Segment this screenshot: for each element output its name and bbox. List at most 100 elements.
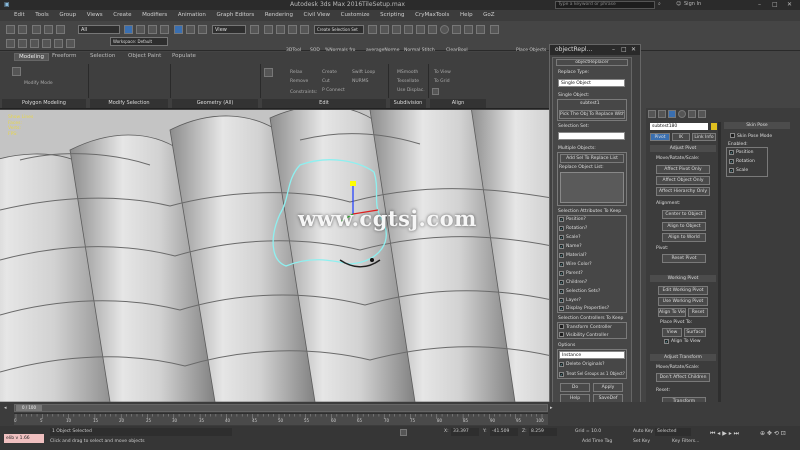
repeat-icon[interactable] xyxy=(264,68,273,77)
create-button[interactable]: Create xyxy=(322,70,337,75)
menu-help[interactable]: Help xyxy=(460,10,473,21)
affect-object-only-button[interactable]: Affect Object Only xyxy=(656,176,710,185)
shirt-icon[interactable] xyxy=(6,39,15,48)
hierarchy-icon[interactable] xyxy=(42,39,51,48)
user-icon[interactable]: ☺ xyxy=(676,1,681,7)
nurms-button[interactable]: NURMS xyxy=(352,79,369,84)
replace-type-dropdown[interactable]: Single Object xyxy=(558,79,625,87)
menu-scripting[interactable]: Scripting xyxy=(380,10,404,21)
remove-button[interactable]: Remove xyxy=(290,79,308,84)
motion-tab-icon[interactable] xyxy=(678,110,686,118)
display-tab-icon[interactable] xyxy=(688,110,696,118)
y-coordinate-field[interactable]: -41.509 xyxy=(490,428,518,436)
panel-rollout-title[interactable]: objectReplacer xyxy=(556,59,628,66)
skin-pose-rollout[interactable]: Skin Pose xyxy=(724,122,790,129)
keep-children-checkbox[interactable]: ✓ Children? xyxy=(559,280,587,285)
skin-rotation-checkbox[interactable]: ✓ Rotation xyxy=(729,159,755,164)
ik-tab[interactable]: IK xyxy=(672,133,690,141)
close-button[interactable]: ✕ xyxy=(787,1,792,8)
timeline-prev-icon[interactable]: ◂ xyxy=(4,405,7,411)
align-to-world-button[interactable]: Align to World xyxy=(662,233,706,242)
material-editor-icon[interactable] xyxy=(440,25,449,34)
to-view-button[interactable]: To View xyxy=(434,70,451,75)
maxscript-listener[interactable]: elib v 1.66 xyxy=(4,434,44,443)
scale-icon[interactable] xyxy=(198,25,207,34)
keep-wire-color-checkbox[interactable]: ✓ Wire Color? xyxy=(559,262,592,267)
perspective-viewport[interactable] xyxy=(0,110,552,402)
menu-modifiers[interactable]: Modifiers xyxy=(142,10,167,21)
menu-crymaxtools[interactable]: CryMaxTools xyxy=(415,10,449,21)
keep-name-checkbox[interactable]: ✓ Name? xyxy=(559,244,582,249)
redo-icon[interactable] xyxy=(18,25,27,34)
keep-parent-checkbox[interactable]: ✓ Parent? xyxy=(559,271,583,276)
modify-tab-icon[interactable] xyxy=(658,110,666,118)
replace-object-list[interactable] xyxy=(560,172,624,203)
to-grid-button[interactable]: To Grid xyxy=(434,79,450,84)
time-slider-thumb[interactable]: 0 / 100 xyxy=(16,405,42,411)
maximize-button[interactable]: □ xyxy=(772,1,778,8)
window-crossing-icon[interactable] xyxy=(160,25,169,34)
render-frame-icon[interactable] xyxy=(464,25,473,34)
menu-graph-editors[interactable]: Graph Editors xyxy=(216,10,254,21)
spinner-snap-icon[interactable] xyxy=(300,25,309,34)
working-pivot-reset-button[interactable]: Reset xyxy=(688,308,708,317)
panel-edit[interactable]: Edit xyxy=(262,99,386,108)
selection-set-dropdown[interactable] xyxy=(558,132,625,140)
search-input[interactable]: Type a keyword or phrase xyxy=(555,1,655,9)
tessellate-button[interactable]: Tessellate xyxy=(397,79,419,84)
panel-modify-selection[interactable]: Modify Selection xyxy=(90,99,168,108)
select-object-icon[interactable] xyxy=(124,25,133,34)
menu-civil-view[interactable]: Civil View xyxy=(304,10,330,21)
skin-position-checkbox[interactable]: ✓ Position xyxy=(729,150,754,155)
move-icon[interactable] xyxy=(174,25,183,34)
align-icon[interactable] xyxy=(380,25,389,34)
keep-scale-checkbox[interactable]: ✓ Scale? xyxy=(559,235,581,240)
set-key-button[interactable]: Set Key xyxy=(633,439,650,444)
link-info-tab[interactable]: Link Info xyxy=(692,133,716,141)
key-filter-dropdown[interactable]: Selected xyxy=(655,428,691,436)
tab-object-paint[interactable]: Object Paint xyxy=(128,53,161,59)
tab-freeform[interactable]: Freeform xyxy=(52,53,77,59)
z-coordinate-field[interactable]: 8.259 xyxy=(529,428,557,436)
place-pivot-surface-button[interactable]: Surface xyxy=(684,328,706,337)
tab-selection[interactable]: Selection xyxy=(90,53,115,59)
hierarchy-tab-icon[interactable] xyxy=(668,110,676,118)
keep-position-checkbox[interactable]: ✓ Position? xyxy=(559,217,586,222)
align-to-view-checkbox[interactable]: ✓ Align To View xyxy=(664,339,701,344)
render-icon[interactable] xyxy=(476,25,485,34)
edit-poly-icon[interactable] xyxy=(12,67,21,76)
treat-groups-checkbox[interactable]: ✓ Treat Sel Groups as 1 Object? xyxy=(559,371,625,377)
playback-controls[interactable]: ⏮ ◂ ▶ ▸ ⏭ xyxy=(710,430,739,438)
delete-originals-checkbox[interactable]: ✓ Delete Originals? xyxy=(559,362,605,367)
minimize-button[interactable]: – xyxy=(758,1,761,8)
menu-goz[interactable]: GoZ xyxy=(483,10,494,21)
use-displace-button[interactable]: Use Displac. xyxy=(397,88,425,93)
search-icon[interactable]: ⌕ xyxy=(658,1,661,7)
menu-rendering[interactable]: Rendering xyxy=(265,10,293,21)
reference-coordinate-dropdown[interactable]: View xyxy=(212,25,246,34)
skin-scale-checkbox[interactable]: ✓ Scale xyxy=(729,168,748,173)
utilities-tab-icon[interactable] xyxy=(698,110,706,118)
reset-pivot-button[interactable]: Reset Pivot xyxy=(662,254,706,263)
affect-hierarchy-only-button[interactable]: Affect Hierarchy Only xyxy=(656,187,710,196)
workspace-dropdown[interactable]: Workspace: Default xyxy=(110,37,168,46)
utilities-icon[interactable] xyxy=(66,39,75,48)
options-dropdown[interactable]: Instance xyxy=(559,351,625,359)
do-button[interactable]: Do xyxy=(560,383,590,392)
relax-button[interactable]: Relax xyxy=(290,70,302,75)
angle-snap-icon[interactable] xyxy=(276,25,285,34)
align-to-object-button[interactable]: Align to Object xyxy=(662,222,706,231)
x-coordinate-field[interactable]: 33.397 xyxy=(451,428,479,436)
edit-working-pivot-button[interactable]: Edit Working Pivot xyxy=(658,286,708,295)
timeline-next-icon[interactable]: ▸ xyxy=(550,405,553,411)
pivot-center-icon[interactable] xyxy=(250,25,259,34)
object-name-field[interactable]: subtest180 xyxy=(650,123,708,130)
sign-in-link[interactable]: Sign In xyxy=(684,1,701,7)
add-time-tag-button[interactable]: Add Time Tag xyxy=(582,439,612,444)
affect-pivot-only-button[interactable]: Affect Pivot Only xyxy=(656,165,710,174)
schematic-view-icon[interactable] xyxy=(428,25,437,34)
time-slider[interactable] xyxy=(14,404,548,412)
dialog-minimize-button[interactable]: – xyxy=(612,46,615,53)
menu-animation[interactable]: Animation xyxy=(178,10,206,21)
center-to-object-button[interactable]: Center to Object xyxy=(662,210,706,219)
